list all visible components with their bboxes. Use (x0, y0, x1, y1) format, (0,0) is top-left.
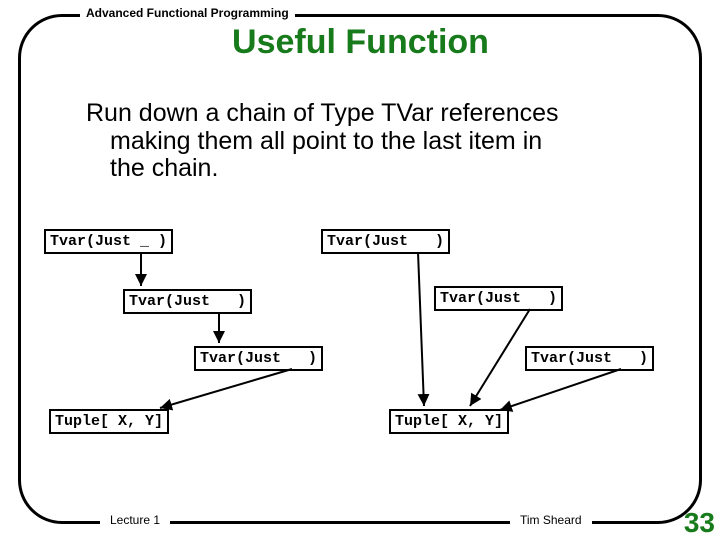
node-left-2: Tvar(Just ) (123, 289, 252, 314)
slide-title: Useful Function (0, 23, 721, 62)
body-line-2: making them all point to the last item i… (86, 128, 646, 156)
header-course: Advanced Functional Programming (80, 6, 295, 20)
node-right-1: Tvar(Just ) (321, 229, 450, 254)
node-right-2: Tvar(Just ) (434, 286, 563, 311)
node-left-tuple: Tuple[ X, Y] (49, 409, 169, 434)
page-number: 33 (684, 507, 715, 539)
node-right-tuple: Tuple[ X, Y] (389, 409, 509, 434)
footer-author: Tim Sheard (510, 513, 592, 527)
footer-lecture: Lecture 1 (100, 513, 170, 527)
slide-frame (18, 14, 702, 524)
body-line-3: the chain. (86, 155, 646, 183)
slide-body: Run down a chain of Type TVar references… (86, 100, 646, 183)
node-left-3: Tvar(Just ) (194, 346, 323, 371)
body-line-1: Run down a chain of Type TVar references (86, 100, 646, 128)
node-right-3: Tvar(Just ) (525, 346, 654, 371)
node-left-1: Tvar(Just _ ) (44, 229, 173, 254)
